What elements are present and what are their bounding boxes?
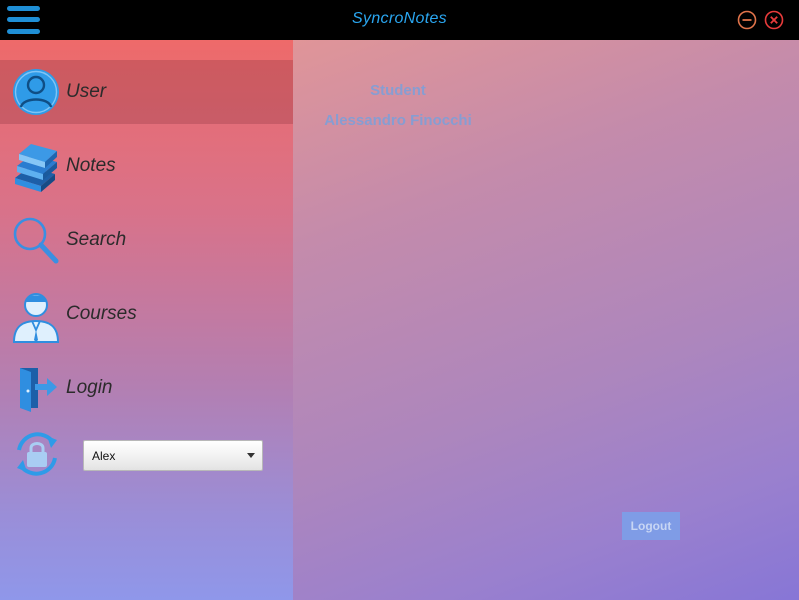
sidebar-item-label: Login <box>66 377 113 398</box>
close-icon[interactable] <box>764 10 784 30</box>
sidebar-item-label: Notes <box>66 155 116 176</box>
sidebar-item-notes[interactable]: Notes <box>0 134 293 198</box>
logout-button[interactable]: Logout <box>622 512 680 540</box>
chevron-down-icon <box>247 453 255 458</box>
teacher-icon <box>11 288 61 343</box>
sidebar-item-label: Search <box>66 229 127 250</box>
user-name: Alessandro Finocchi <box>324 112 472 129</box>
magnifier-icon <box>11 214 61 266</box>
user-select-value: Alex <box>92 449 116 463</box>
sidebar-item-search[interactable]: Search <box>0 208 293 272</box>
app-title: SyncroNotes <box>352 10 447 27</box>
books-icon <box>11 140 61 192</box>
main-panel: Student Alessandro Finocchi Logout <box>293 40 799 600</box>
sidebar-item-login[interactable]: Login <box>0 356 293 420</box>
sidebar-item-user[interactable]: User <box>0 60 293 124</box>
minimize-icon[interactable] <box>737 10 757 30</box>
user-avatar-icon <box>11 66 61 118</box>
user-select[interactable]: Alex <box>83 440 263 471</box>
user-role: Student <box>370 82 426 99</box>
sidebar-item-label: Courses <box>66 303 137 324</box>
sidebar-item-courses[interactable]: Courses <box>0 282 293 346</box>
sync-lock-icon[interactable] <box>11 428 63 480</box>
sidebar-item-label: User <box>66 81 107 102</box>
door-exit-icon <box>11 362 61 414</box>
title-bar: SyncroNotes <box>0 0 799 40</box>
sidebar: User Notes Search Courses Login Alex <box>0 40 293 600</box>
